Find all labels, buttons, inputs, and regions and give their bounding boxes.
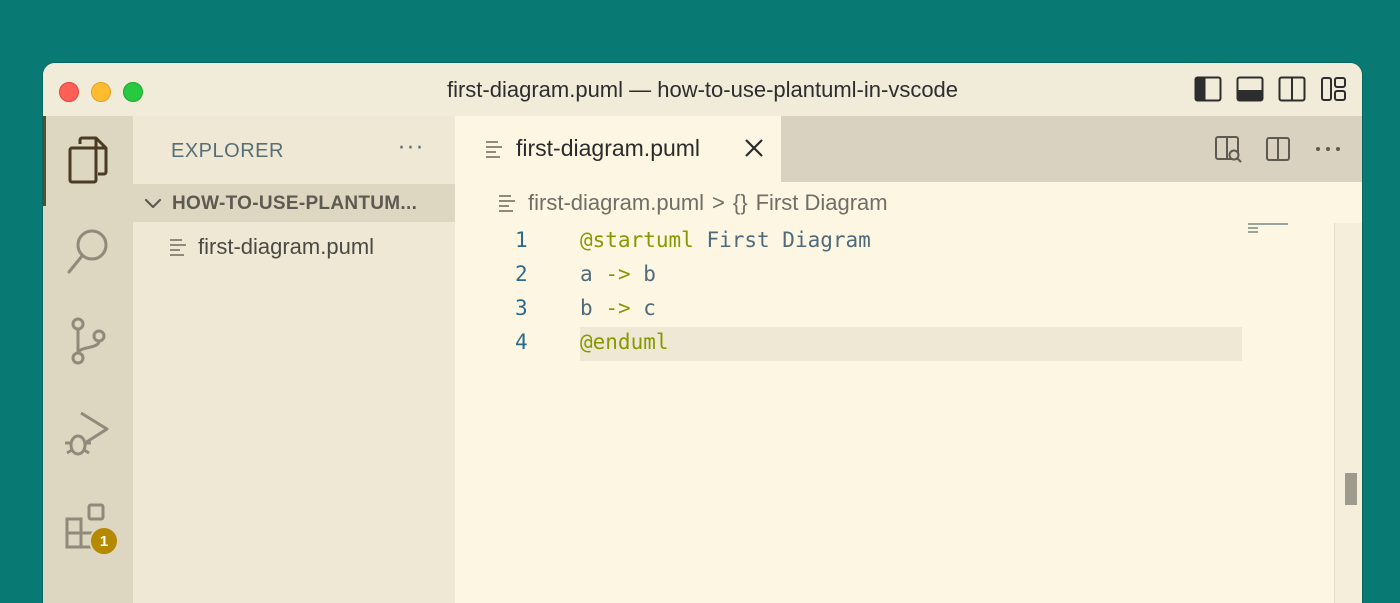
code-line: 3 b -> c (455, 293, 1285, 327)
code-text: @enduml (580, 330, 669, 354)
split-editor-icon[interactable] (1262, 133, 1294, 165)
source-control-icon (71, 317, 106, 365)
code-identifier: b (580, 296, 593, 320)
code-identifier: b (643, 262, 656, 286)
line-number: 2 (515, 262, 528, 286)
activity-extensions[interactable] (43, 486, 133, 566)
layout-controls (1192, 75, 1350, 103)
run-debug-icon (65, 411, 109, 456)
line-number: 1 (515, 228, 528, 252)
window-title: first-diagram.puml — how-to-use-plantuml… (446, 77, 959, 102)
code-text: b -> c (580, 296, 656, 320)
code-arrow: -> (605, 262, 631, 286)
symbol-namespace-icon: {} (732, 190, 748, 215)
title-bar: first-diagram.puml — how-to-use-plantuml… (43, 63, 1362, 117)
toggle-panel-icon[interactable] (1234, 75, 1266, 103)
code-text: @startuml First Diagram (580, 228, 871, 252)
activity-search[interactable] (43, 216, 133, 286)
scrollbar-thumb[interactable] (1345, 473, 1357, 505)
code-line: 4 @enduml (455, 327, 1285, 361)
breadcrumb-separator: > (712, 190, 725, 215)
activity-bar: 1 (43, 116, 133, 603)
code-arrow: -> (605, 296, 631, 320)
extensions-badge: 1 (89, 526, 119, 556)
breadcrumb: first-diagram.puml > {} First Diagram (498, 188, 888, 218)
explorer-icon (68, 136, 108, 184)
code-keyword: @startuml (580, 228, 694, 252)
toggle-primary-sidebar-icon[interactable] (1192, 75, 1224, 103)
code-line: 1 @startuml First Diagram (455, 225, 1285, 259)
code-line: 2 a -> b (455, 259, 1285, 293)
line-number: 3 (515, 296, 528, 320)
editor-actions (1212, 133, 1344, 165)
explorer-sidebar: EXPLORER ··· HOW-TO-USE-PLANTUM... first… (133, 116, 455, 603)
vertical-scrollbar[interactable] (1334, 223, 1362, 603)
editor-tab-bar: first-diagram.puml (455, 116, 1362, 182)
activity-run-debug[interactable] (43, 394, 133, 474)
customize-layout-icon[interactable] (1318, 75, 1350, 103)
tab-first-diagram[interactable]: first-diagram.puml (455, 116, 781, 182)
file-lines-icon (498, 194, 516, 212)
search-icon (67, 229, 108, 274)
workspace-folder-row[interactable]: HOW-TO-USE-PLANTUM... (133, 184, 455, 222)
minimap[interactable] (1248, 223, 1338, 235)
tab-label: first-diagram.puml (516, 135, 701, 161)
explorer-more-actions-button[interactable]: ··· (398, 136, 425, 161)
open-preview-icon[interactable] (1212, 133, 1244, 165)
code-editor[interactable]: 1 @startuml First Diagram 2 a -> b 3 b -… (455, 223, 1335, 603)
activity-source-control[interactable] (43, 304, 133, 378)
toggle-secondary-sidebar-icon[interactable] (1276, 75, 1308, 103)
code-identifier: c (643, 296, 656, 320)
explorer-title: EXPLORER (171, 140, 284, 162)
code-rest: First Diagram (693, 228, 871, 252)
workspace-folder-name: HOW-TO-USE-PLANTUM... (172, 193, 418, 214)
code-text: a -> b (580, 262, 656, 286)
breadcrumb-symbol[interactable]: First Diagram (756, 190, 888, 216)
more-actions-icon[interactable] (1312, 133, 1344, 165)
file-item-label: first-diagram.puml (198, 234, 375, 259)
chevron-down-icon (143, 193, 163, 217)
vscode-window: first-diagram.puml — how-to-use-plantuml… (43, 63, 1362, 603)
file-item[interactable]: first-diagram.puml (133, 230, 455, 266)
close-tab-icon[interactable] (743, 137, 765, 163)
code-identifier: a (580, 262, 593, 286)
line-number: 4 (515, 330, 528, 354)
file-lines-icon (485, 140, 503, 162)
code-keyword: @enduml (580, 330, 669, 354)
breadcrumb-file[interactable]: first-diagram.puml (528, 190, 704, 216)
file-lines-icon (169, 238, 187, 260)
activity-explorer[interactable] (43, 116, 133, 206)
